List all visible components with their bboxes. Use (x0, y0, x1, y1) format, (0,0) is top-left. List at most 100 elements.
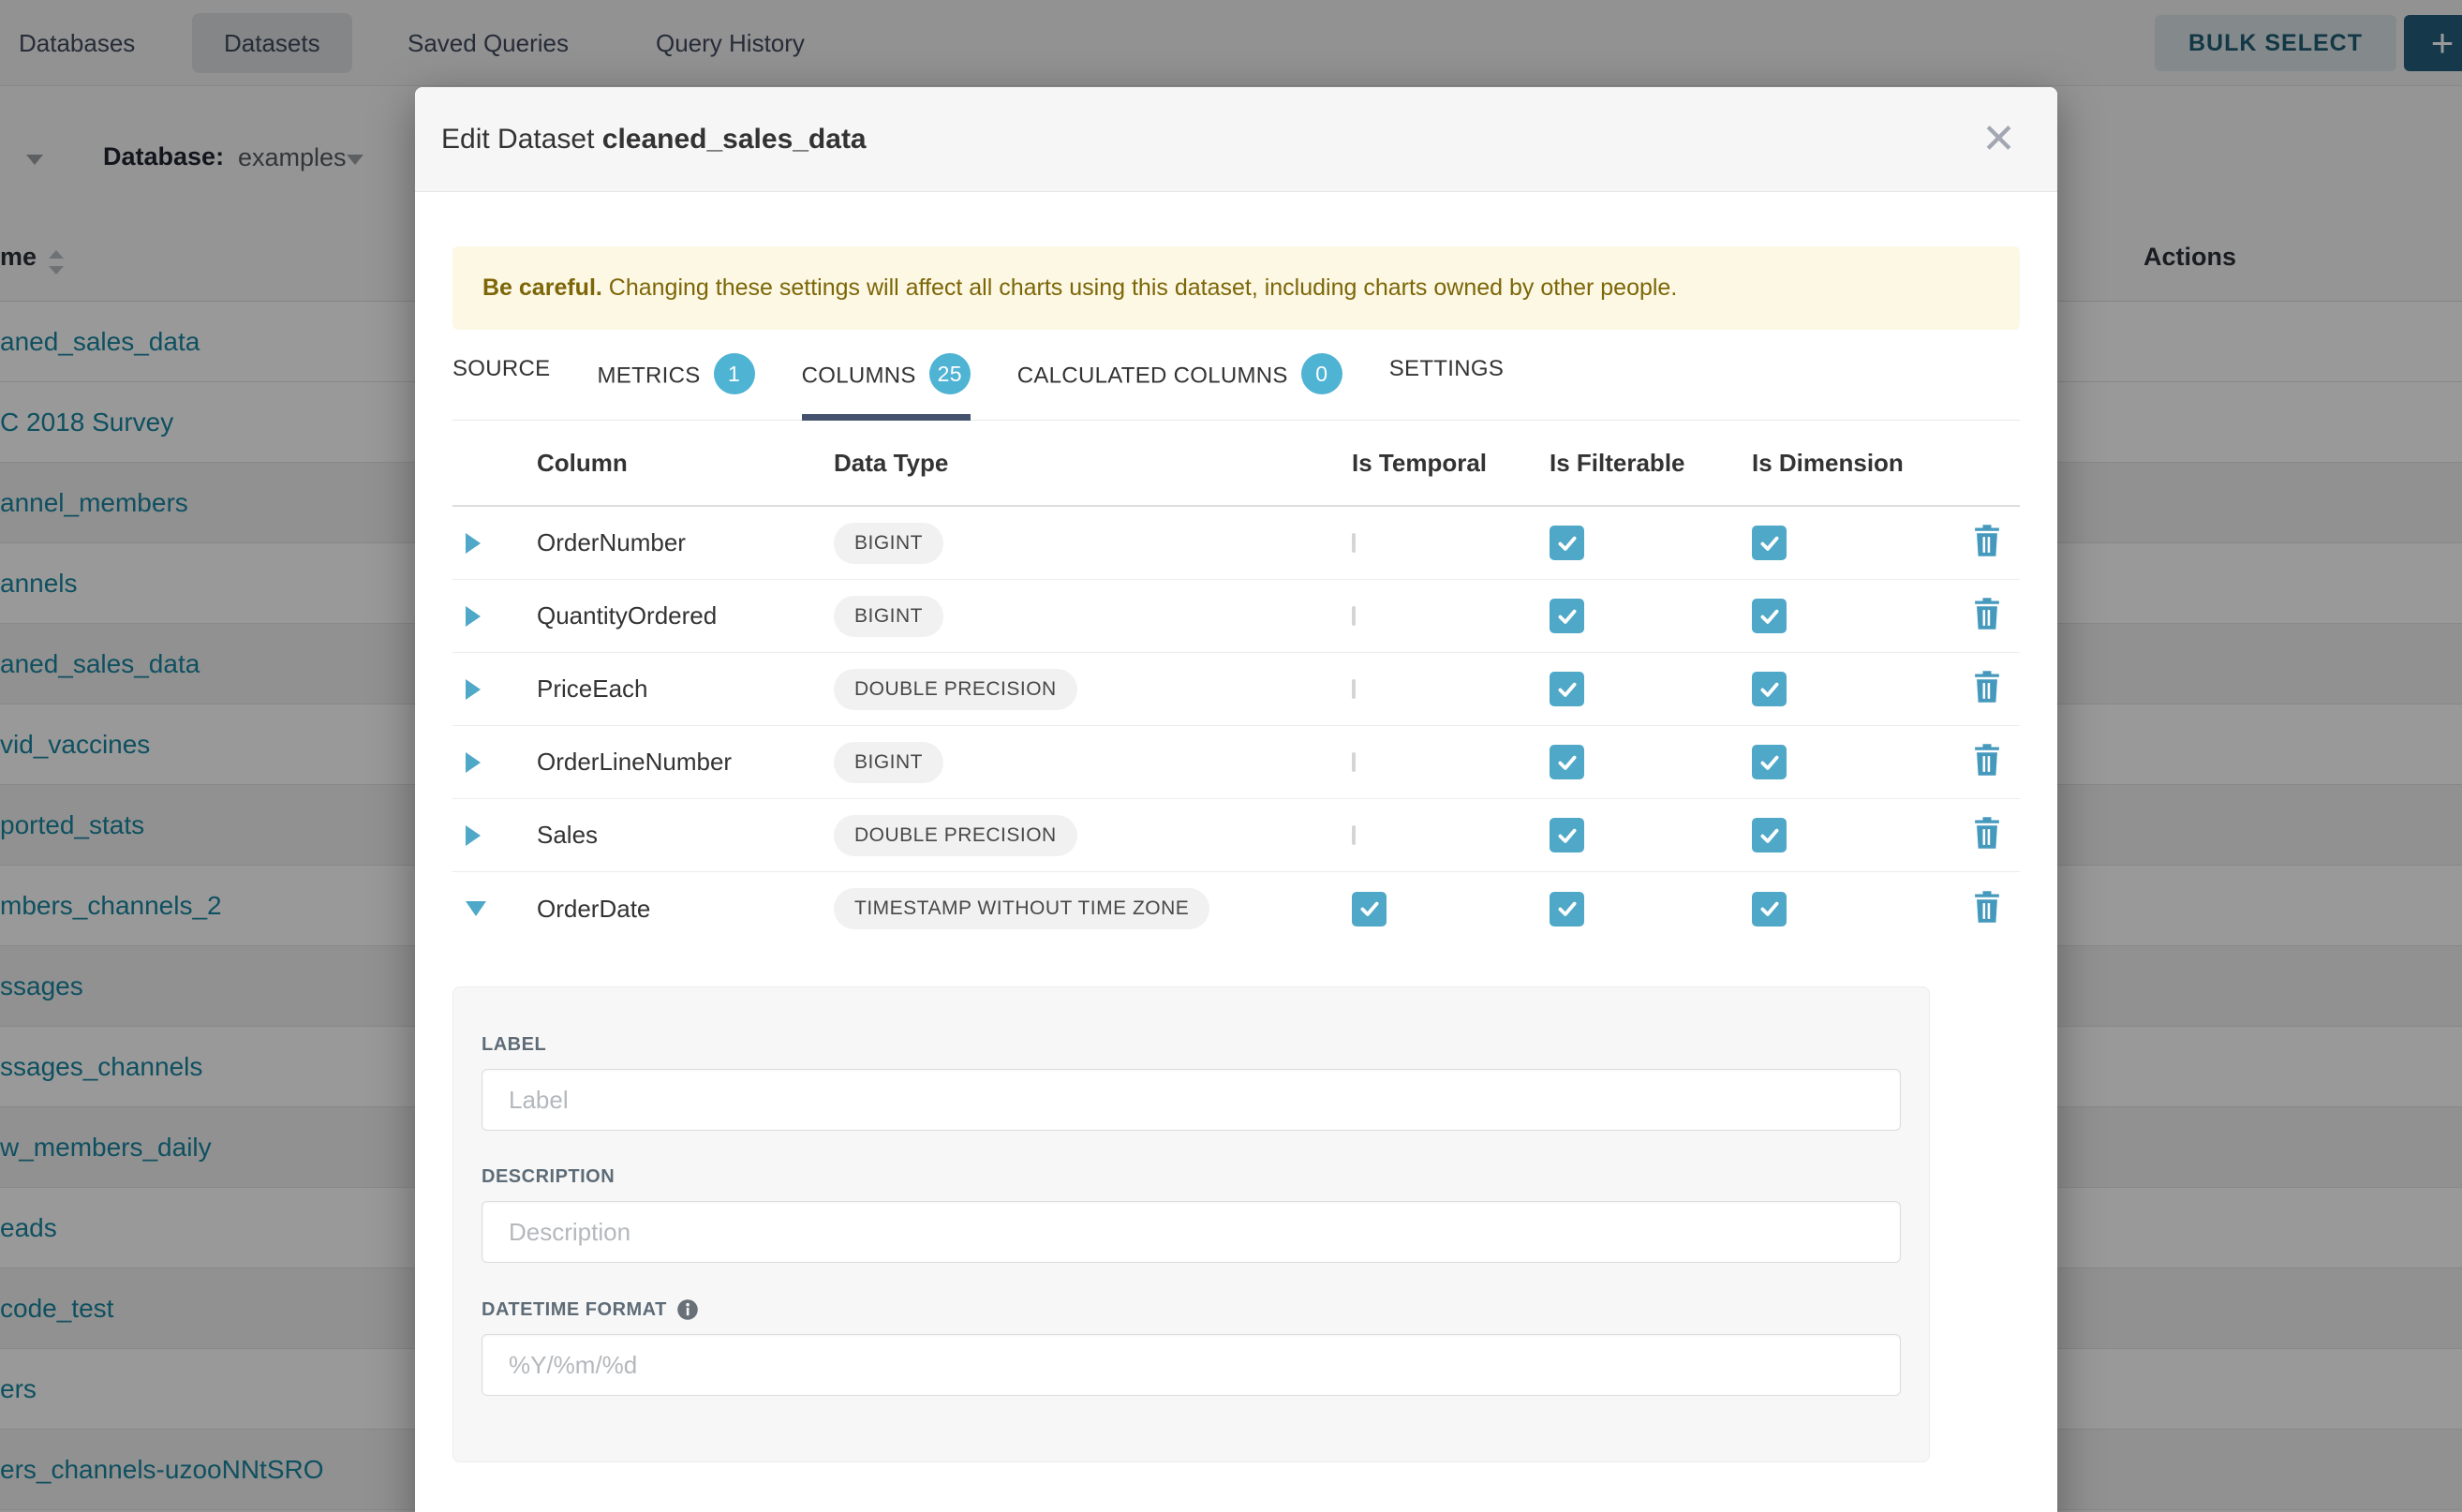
modal-title-prefix: Edit Dataset (441, 124, 602, 155)
is-temporal-checkbox[interactable] (1352, 752, 1356, 772)
is-dimension-checkbox[interactable] (1752, 526, 1787, 560)
column-header-is-dimension: Is Dimension (1752, 449, 1963, 478)
delete-cell (1963, 524, 2020, 562)
trash-icon[interactable] (1972, 545, 2002, 561)
trash-icon[interactable] (1972, 618, 2002, 634)
is-dimension-checkbox[interactable] (1752, 599, 1787, 633)
description-field-group: DESCRIPTION (482, 1166, 1901, 1263)
label-input[interactable] (482, 1069, 1901, 1131)
expand-caret-icon[interactable] (466, 533, 481, 554)
is-temporal-checkbox[interactable] (1352, 892, 1387, 926)
expand-caret-icon[interactable] (466, 752, 481, 773)
delete-cell (1963, 816, 2020, 854)
is-temporal-checkbox[interactable] (1352, 606, 1356, 626)
filterable-cell (1550, 818, 1752, 852)
trash-icon[interactable] (1972, 764, 2002, 780)
data-type-cell: BIGINT (834, 596, 1352, 637)
dimension-cell (1752, 745, 1963, 779)
label-field-group: LABEL (482, 1034, 1901, 1131)
tab-count-badge: 25 (929, 353, 971, 394)
filterable-cell (1550, 672, 1752, 706)
collapse-caret-icon[interactable] (466, 901, 486, 916)
column-header-is-filterable: Is Filterable (1550, 449, 1752, 478)
data-type-cell: DOUBLE PRECISION (834, 815, 1352, 856)
datetime-format-field-group: DATETIME FORMAT (482, 1298, 1901, 1396)
column-row: QuantityOrderedBIGINT (452, 580, 2020, 653)
is-filterable-checkbox[interactable] (1550, 599, 1584, 633)
column-header-is-temporal: Is Temporal (1352, 449, 1550, 478)
temporal-cell (1352, 892, 1550, 926)
column-name: QuantityOrdered (537, 601, 834, 630)
modal-title-dataset-name: cleaned_sales_data (602, 124, 867, 155)
is-dimension-checkbox[interactable] (1752, 892, 1787, 926)
dimension-cell (1752, 892, 1963, 926)
modal-title: Edit Dataset cleaned_sales_data (441, 124, 867, 156)
data-type-cell: TIMESTAMP WITHOUT TIME ZONE (834, 888, 1352, 929)
is-filterable-checkbox[interactable] (1550, 672, 1584, 706)
data-type-pill: DOUBLE PRECISION (834, 669, 1077, 710)
trash-icon[interactable] (1972, 691, 2002, 707)
dimension-cell (1752, 599, 1963, 633)
info-icon[interactable] (676, 1298, 699, 1321)
warning-banner-text: Changing these settings will affect all … (602, 274, 1677, 301)
tab-source[interactable]: SOURCE (452, 356, 550, 420)
data-type-pill: BIGINT (834, 523, 943, 564)
is-filterable-checkbox[interactable] (1550, 892, 1584, 926)
tab-calculated-columns[interactable]: CALCULATED COLUMNS0 (1017, 356, 1342, 420)
trash-icon[interactable] (1972, 912, 2002, 927)
modal-body: Be careful. Changing these settings will… (415, 192, 2057, 1462)
close-icon[interactable]: ✕ (1981, 119, 2016, 160)
is-dimension-checkbox[interactable] (1752, 672, 1787, 706)
datetime-format-input[interactable] (482, 1334, 1901, 1396)
filterable-cell (1550, 599, 1752, 633)
description-field-label: DESCRIPTION (482, 1166, 1901, 1188)
filterable-cell (1550, 526, 1752, 560)
column-name: OrderLineNumber (537, 748, 834, 777)
is-temporal-checkbox[interactable] (1352, 533, 1356, 553)
tab-columns[interactable]: COLUMNS25 (802, 356, 971, 420)
tab-metrics[interactable]: METRICS1 (597, 356, 754, 420)
column-name: OrderNumber (537, 528, 834, 557)
temporal-cell (1352, 535, 1550, 552)
delete-cell (1963, 597, 2020, 635)
dimension-cell (1752, 818, 1963, 852)
data-type-cell: DOUBLE PRECISION (834, 669, 1352, 710)
is-filterable-checkbox[interactable] (1550, 818, 1584, 852)
datetime-format-field-label: DATETIME FORMAT (482, 1298, 1901, 1321)
tab-count-badge: 1 (714, 353, 755, 394)
is-dimension-checkbox[interactable] (1752, 818, 1787, 852)
is-filterable-checkbox[interactable] (1550, 526, 1584, 560)
columns-table-header: ColumnData TypeIs TemporalIs FilterableI… (452, 421, 2020, 507)
delete-cell (1963, 890, 2020, 928)
modal-header: Edit Dataset cleaned_sales_data ✕ (415, 87, 2057, 192)
description-input[interactable] (482, 1201, 1901, 1263)
dimension-cell (1752, 526, 1963, 560)
is-dimension-checkbox[interactable] (1752, 745, 1787, 779)
column-row: PriceEachDOUBLE PRECISION (452, 653, 2020, 726)
column-header-column: Column (537, 449, 834, 478)
is-filterable-checkbox[interactable] (1550, 745, 1584, 779)
is-temporal-checkbox[interactable] (1352, 825, 1356, 845)
dimension-cell (1752, 672, 1963, 706)
edit-dataset-modal: Edit Dataset cleaned_sales_data ✕ Be car… (415, 87, 2057, 1512)
expand-caret-icon[interactable] (466, 606, 481, 627)
trash-icon[interactable] (1972, 838, 2002, 853)
expand-caret-icon[interactable] (466, 679, 481, 700)
data-type-pill: BIGINT (834, 596, 943, 637)
column-detail-panel: LABEL DESCRIPTION DATETIME FORMAT (452, 986, 1930, 1462)
columns-table: OrderNumberBIGINTQuantityOrderedBIGINTPr… (452, 507, 2020, 945)
filterable-cell (1550, 745, 1752, 779)
column-header-data-type: Data Type (834, 449, 1352, 478)
tab-settings[interactable]: SETTINGS (1389, 356, 1504, 420)
temporal-cell (1352, 608, 1550, 625)
column-row: OrderDateTIMESTAMP WITHOUT TIME ZONE (452, 872, 2020, 945)
data-type-pill: DOUBLE PRECISION (834, 815, 1077, 856)
modal-tabs: SOURCE METRICS1 COLUMNS25 CALCULATED COLUMN… (452, 356, 2020, 421)
column-name: OrderDate (537, 895, 834, 924)
is-temporal-checkbox[interactable] (1352, 679, 1356, 699)
warning-banner: Be careful. Changing these settings will… (452, 246, 2020, 330)
filterable-cell (1550, 892, 1752, 926)
column-name: Sales (537, 821, 834, 850)
column-row: OrderLineNumberBIGINT (452, 726, 2020, 799)
expand-caret-icon[interactable] (466, 825, 481, 846)
